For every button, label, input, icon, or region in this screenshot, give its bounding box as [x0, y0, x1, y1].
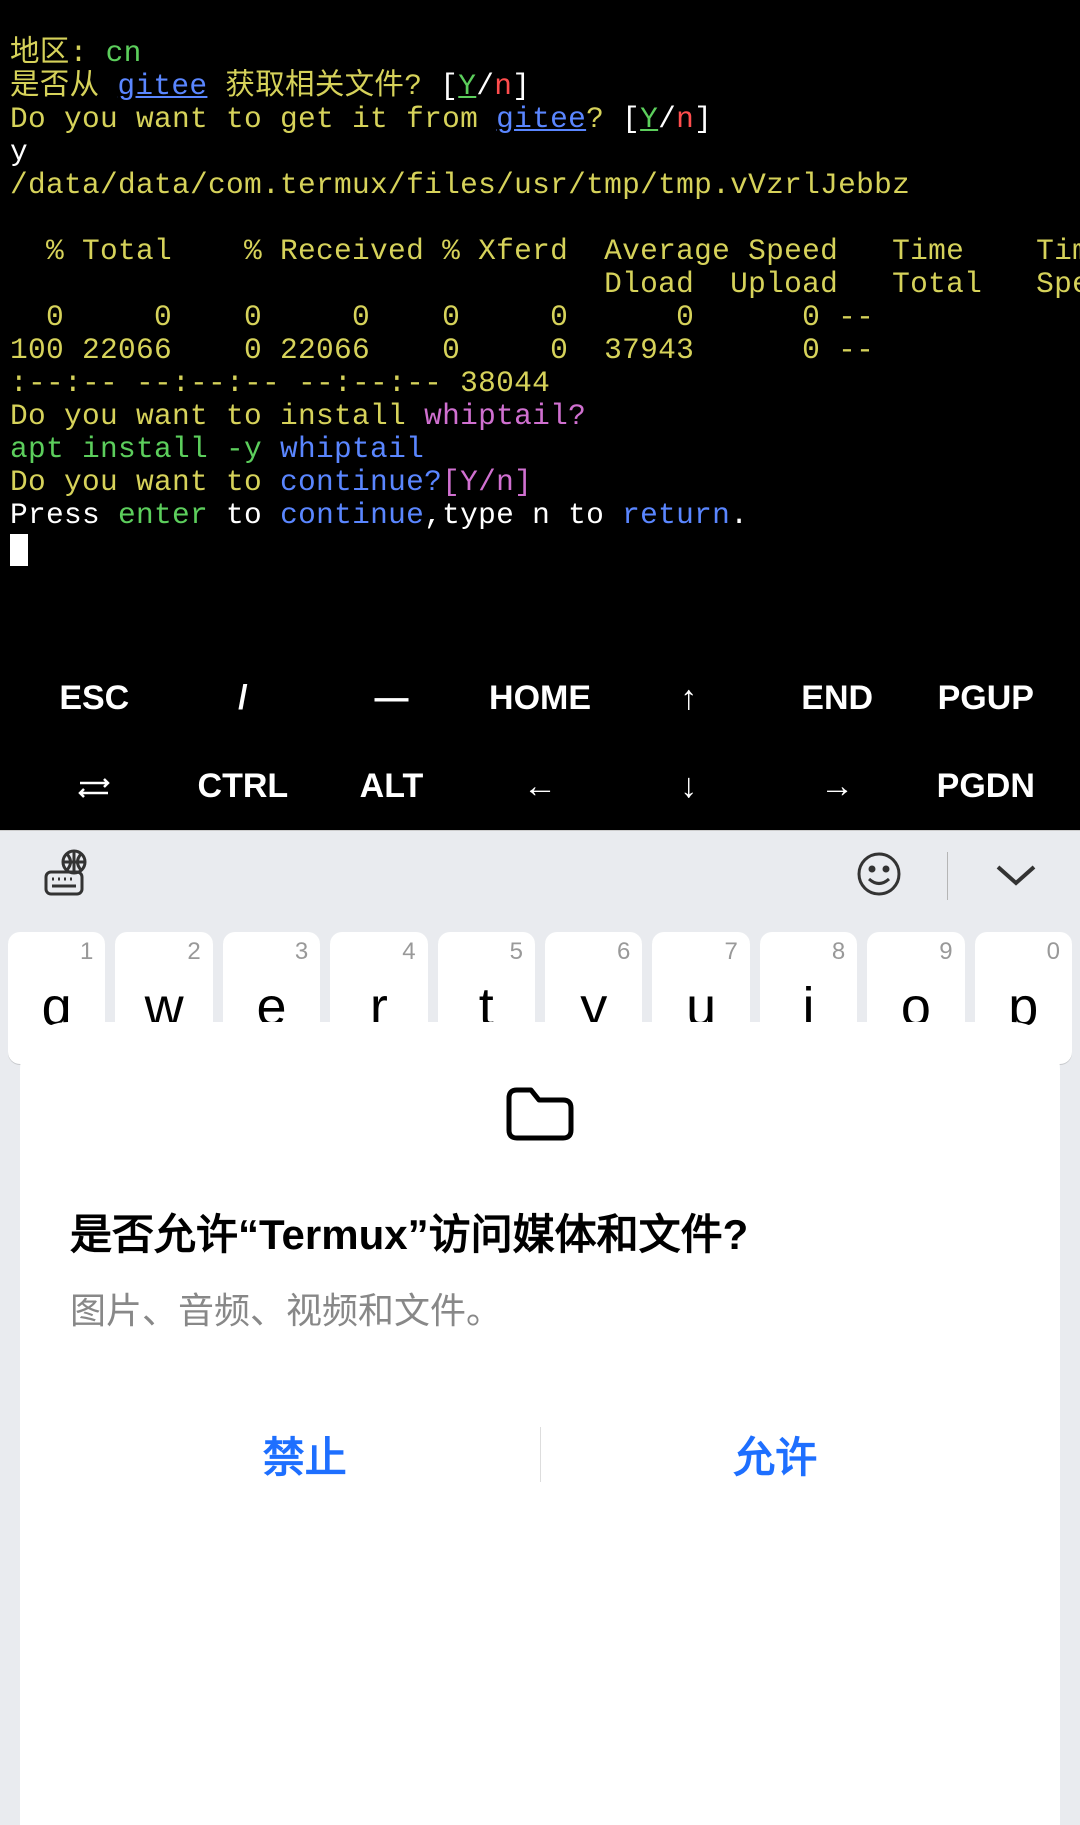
term-text: [Y/n] [442, 465, 532, 499]
term-text: ,type [424, 498, 532, 532]
ime-toolbar [0, 830, 1080, 920]
cursor [10, 534, 28, 566]
key-digit: 7 [724, 938, 737, 966]
permission-dialog: 是否允许“Termux”访问媒体和文件? 图片、音频、视频和文件。 禁止 允许 [20, 1022, 1060, 1825]
term-text: ] [694, 102, 712, 136]
term-link: gitee [117, 69, 207, 103]
key-left[interactable]: ← [466, 767, 615, 806]
collapse-keyboard-icon[interactable] [992, 859, 1040, 893]
term-text: /data/data/com.termux/files/usr/tmp/tmp.… [10, 168, 910, 202]
key-alt[interactable]: ALT [317, 767, 466, 806]
key-down[interactable]: ↓ [614, 767, 763, 806]
key-digit: 2 [187, 938, 200, 966]
term-text: return [622, 498, 730, 532]
key-up[interactable]: ↑ [614, 679, 763, 718]
key-digit: 4 [402, 938, 415, 966]
key-pgdn[interactable]: PGDN [911, 767, 1060, 806]
term-text: 地区: [10, 36, 106, 70]
term-text: Do you want to install [10, 399, 424, 433]
deny-button[interactable]: 禁止 [70, 1424, 540, 1485]
key-pgup[interactable]: PGUP [911, 679, 1060, 718]
key-slash[interactable]: / [169, 679, 318, 718]
key-esc[interactable]: ESC [20, 679, 169, 718]
folder-icon [70, 1082, 1010, 1151]
key-digit: 6 [617, 938, 630, 966]
key-digit: 9 [939, 938, 952, 966]
term-text: n [676, 102, 694, 136]
term-text: whiptail [280, 432, 424, 466]
extra-row-1: ESC / — HOME ↑ END PGUP [0, 654, 1080, 742]
term-text: / [476, 69, 494, 103]
term-text: 获取相关文件? [207, 69, 422, 103]
term-text: [ [604, 102, 640, 136]
divider [947, 852, 948, 900]
key-digit: 1 [80, 938, 93, 966]
term-text: Y [640, 102, 658, 136]
term-text: ] [512, 69, 530, 103]
term-text: Dload Upload Total Spent Left Speed [10, 267, 1080, 301]
emoji-icon[interactable] [855, 850, 903, 902]
term-text: y [10, 135, 28, 169]
key-digit: 3 [295, 938, 308, 966]
term-text: to [208, 498, 280, 532]
ime-globe-keyboard-icon[interactable] [40, 848, 92, 904]
key-end[interactable]: END [763, 679, 912, 718]
key-home[interactable]: HOME [466, 679, 615, 718]
term-text: Y [458, 69, 476, 103]
dialog-subtitle: 图片、音频、视频和文件。 [70, 1282, 1010, 1334]
term-text: [ [422, 69, 458, 103]
term-text: / [658, 102, 676, 136]
dialog-title: 是否允许“Termux”访问媒体和文件? [70, 1201, 1010, 1262]
term-text: 100 22066 0 22066 0 0 37943 0 -- [10, 333, 874, 367]
term-text: n [532, 498, 550, 532]
permission-dialog-backdrop: 是否允许“Termux”访问媒体和文件? 图片、音频、视频和文件。 禁止 允许 [20, 1022, 1060, 1825]
term-text: apt install -y [10, 432, 280, 466]
termux-extra-keys: ESC / — HOME ↑ END PGUP CTRL ALT ← ↓ → P… [0, 654, 1080, 830]
term-text: ? [586, 102, 604, 136]
term-text: . [730, 498, 748, 532]
terminal-output[interactable]: 地区: cn 是否从 gitee 获取相关文件? [Y/n] Do you wa… [0, 0, 1080, 654]
swap-icon [74, 774, 114, 802]
allow-button[interactable]: 允许 [541, 1424, 1011, 1485]
key-digit: 8 [832, 938, 845, 966]
term-text: % Total % Received % Xferd Average Speed… [10, 234, 1080, 268]
key-digit: 5 [510, 938, 523, 966]
key-right[interactable]: → [763, 767, 912, 806]
term-text: 0 0 0 0 0 0 0 0 -- [10, 300, 874, 334]
term-text: n [494, 69, 512, 103]
dialog-buttons: 禁止 允许 [70, 1414, 1010, 1485]
term-text: :--:-- --:--:-- --:--:-- 38044 [10, 366, 550, 400]
term-text: Do you want to get it from [10, 102, 496, 136]
key-swap[interactable] [20, 767, 169, 806]
term-link: gitee [496, 102, 586, 136]
key-dash[interactable]: — [317, 679, 466, 718]
term-text: whiptail? [424, 399, 586, 433]
key-digit: 0 [1047, 938, 1060, 966]
term-text: 是否从 [10, 69, 117, 103]
term-text: cn [106, 36, 142, 70]
term-text: to [550, 498, 622, 532]
term-text: Do you want to [10, 465, 280, 499]
term-text: continue? [280, 465, 442, 499]
term-text: Press [10, 498, 118, 532]
key-ctrl[interactable]: CTRL [169, 767, 318, 806]
extra-row-2: CTRL ALT ← ↓ → PGDN [0, 742, 1080, 830]
term-text: continue [280, 498, 424, 532]
term-text: enter [118, 498, 208, 532]
